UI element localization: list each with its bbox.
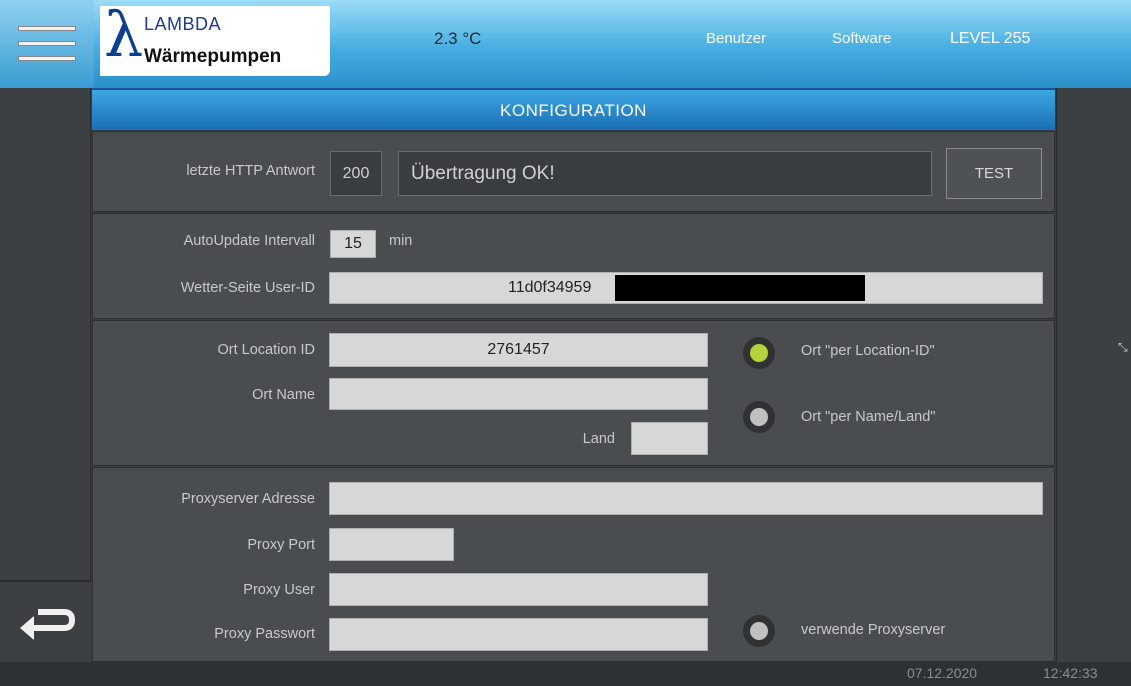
proxy-password-label: Proxy Passwort [214, 626, 315, 642]
logo-brand-text: LAMBDA [144, 14, 222, 34]
proxy-address-input[interactable] [329, 482, 1043, 515]
location-section: Ort Location ID 2761457 Ort Name Land Or… [92, 320, 1055, 466]
status-date: 07.12.2020 [907, 665, 978, 681]
location-name-label: Ort Name [252, 387, 315, 403]
lambda-logo: λ LAMBDA Wärmepumpen [100, 0, 330, 76]
use-proxy-toggle[interactable] [743, 615, 775, 647]
status-time: 12:42:33 [1043, 665, 1098, 681]
proxy-password-input[interactable] [329, 618, 708, 651]
outdoor-temperature: 2.3 °C [434, 29, 482, 48]
weather-userid-value: 11d0f34959 [508, 279, 592, 296]
user-button[interactable]: Benutzer [706, 30, 766, 47]
menu-icon [18, 26, 76, 31]
expand-icon[interactable]: ⤡ [1118, 340, 1128, 355]
location-name-input[interactable] [329, 378, 708, 410]
back-button[interactable] [0, 580, 91, 662]
option-location-id-label: Ort "per Location-ID" [801, 343, 935, 359]
land-label: Land [582, 431, 615, 447]
redaction-bar [615, 275, 865, 301]
radio-selected-indicator [750, 344, 768, 362]
left-sidebar [0, 88, 91, 662]
proxy-port-label: Proxy Port [247, 537, 315, 553]
weather-userid-label: Wetter-Seite User-ID [180, 280, 315, 296]
http-code-field: 200 [330, 151, 382, 196]
land-input[interactable] [631, 422, 708, 455]
use-proxy-label: verwende Proxyserver [801, 622, 946, 638]
menu-button[interactable] [0, 0, 94, 88]
proxy-port-input[interactable] [329, 528, 454, 561]
http-response-label: letzte HTTP Antwort [186, 163, 315, 179]
proxy-user-input[interactable] [329, 573, 708, 606]
autoupdate-interval-input[interactable]: 15 [330, 230, 376, 258]
http-status-section: letzte HTTP Antwort 200 Übertragung OK! … [92, 131, 1055, 212]
proxy-address-label: Proxyserver Adresse [181, 491, 315, 507]
page-title: KONFIGURATION [92, 88, 1055, 130]
lambda-icon: λ [104, 0, 144, 71]
weather-userid-input[interactable]: 11d0f34959 [329, 272, 1043, 304]
menu-icon-line [18, 41, 76, 46]
status-bar: 07.12.2020 12:42:33 [0, 662, 1131, 686]
radio-location-id[interactable] [743, 337, 775, 369]
radio-unselected-indicator [750, 408, 768, 426]
location-id-input[interactable]: 2761457 [329, 333, 708, 367]
autoupdate-interval-label: AutoUpdate Intervall [183, 233, 315, 249]
software-button[interactable]: Software [832, 30, 891, 47]
test-button[interactable]: TEST [946, 148, 1042, 199]
auto-update-section: AutoUpdate Intervall 15 min Wetter-Seite… [92, 213, 1055, 319]
option-name-land-label: Ort "per Name/Land" [801, 409, 936, 425]
radio-name-land[interactable] [743, 401, 775, 433]
http-message-field: Übertragung OK! [398, 151, 932, 196]
proxy-user-label: Proxy User [243, 582, 315, 598]
menu-icon-line [18, 56, 76, 61]
return-arrow-icon [20, 609, 76, 640]
right-sidebar [1056, 88, 1131, 662]
proxy-section: Proxyserver Adresse Proxy Port Proxy Use… [92, 467, 1055, 662]
interval-unit-label: min [389, 233, 413, 249]
toggle-off-indicator [750, 622, 768, 640]
logo-subtitle-text: Wärmepumpen [144, 46, 282, 67]
access-level-button[interactable]: LEVEL 255 [950, 30, 1030, 48]
location-id-label: Ort Location ID [217, 342, 315, 358]
